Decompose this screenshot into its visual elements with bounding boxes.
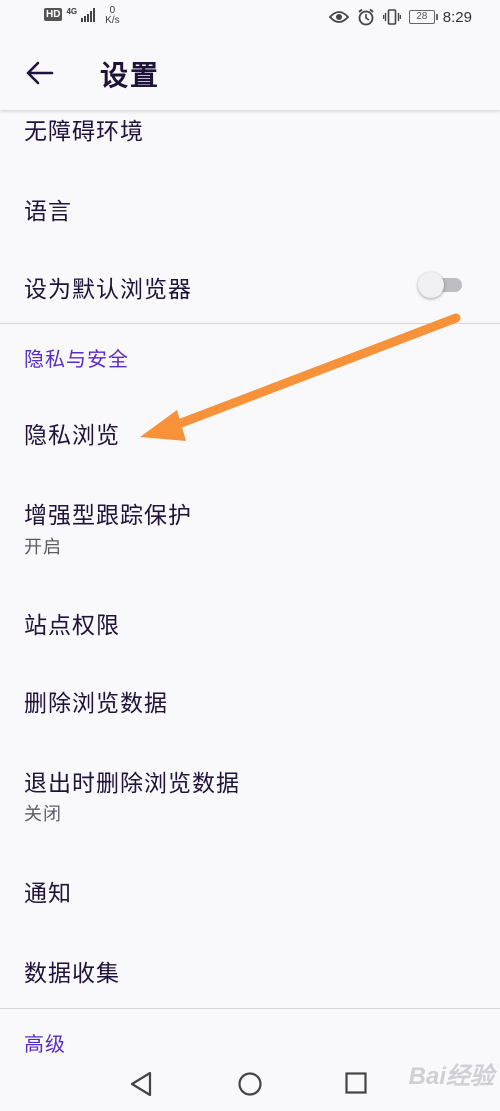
back-arrow-icon[interactable] [22, 56, 56, 90]
settings-item-site-permissions[interactable]: 站点权限 [0, 592, 500, 668]
page-title: 设置 [100, 59, 161, 92]
hd-badge: HD [44, 8, 63, 21]
settings-item-label: 设为默认浏览器 [24, 277, 192, 303]
signal-icon [81, 8, 96, 22]
section-header-advanced: 高级 [24, 1032, 66, 1056]
settings-item-label: 数据收集 [24, 961, 120, 987]
vibrate-icon [382, 9, 401, 25]
settings-item-label: 隐私浏览 [24, 423, 120, 449]
settings-item-notifications[interactable]: 通知 [0, 858, 500, 936]
settings-item-accessibility[interactable]: 无障碍环境 [0, 110, 500, 166]
settings-item-label: 通知 [24, 881, 72, 907]
settings-item-label: 增强型跟踪保护 [24, 503, 192, 529]
divider [0, 323, 500, 324]
network-type: 4G [66, 7, 78, 16]
net-speed: 0 K/s [105, 6, 119, 26]
settings-item-tracking-protection[interactable]: 增强型跟踪保护 开启 [0, 478, 500, 590]
section-header-privacy: 隐私与安全 [24, 347, 129, 371]
status-right: 28 8:29 [328, 8, 472, 26]
settings-item-delete-on-quit[interactable]: 退出时删除浏览数据 关闭 [0, 750, 500, 854]
settings-item-language[interactable]: 语言 [0, 170, 500, 246]
app-bar: 设置 [0, 36, 500, 110]
battery-icon: 28 [408, 10, 438, 24]
settings-item-label: 退出时删除浏览数据 [24, 771, 240, 797]
default-browser-toggle[interactable] [418, 272, 464, 298]
status-left: HD 4G 0 K/s [44, 6, 120, 26]
settings-item-data-collection[interactable]: 数据收集 [0, 938, 500, 1004]
divider [0, 1008, 500, 1009]
status-bar: HD 4G 0 K/s 28 8:29 [0, 0, 500, 36]
settings-item-private-browsing[interactable]: 隐私浏览 [0, 390, 500, 474]
watermark: Bai经验 [408, 1063, 494, 1090]
settings-item-label: 无障碍环境 [24, 119, 144, 145]
nav-back-icon[interactable] [128, 1070, 154, 1098]
settings-item-summary: 关闭 [24, 804, 62, 825]
settings-item-summary: 开启 [24, 537, 62, 558]
nav-home-icon[interactable] [237, 1071, 263, 1097]
toggle-thumb [418, 272, 444, 298]
settings-item-label: 语言 [24, 199, 72, 225]
nav-recent-icon[interactable] [345, 1072, 367, 1094]
eye-icon [328, 11, 349, 23]
settings-item-label: 站点权限 [24, 613, 120, 639]
alarm-icon [358, 8, 374, 26]
settings-item-label: 删除浏览数据 [24, 691, 168, 717]
settings-item-delete-browsing-data[interactable]: 删除浏览数据 [0, 670, 500, 748]
clock: 8:29 [442, 8, 472, 26]
net-speed-unit: K/s [105, 15, 120, 26]
